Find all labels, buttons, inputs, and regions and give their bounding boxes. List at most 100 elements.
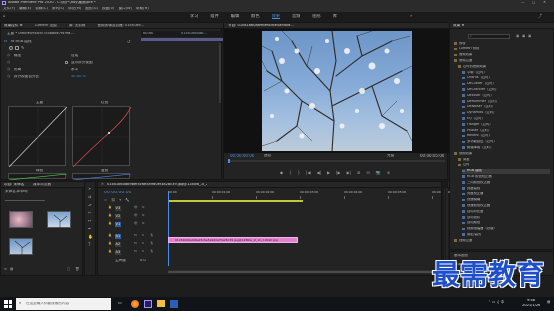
effects-item[interactable]: 音频效果: [454, 53, 550, 58]
reset-icon[interactable]: ↺: [127, 40, 130, 44]
program-title[interactable]: 节目: 01c81b60ab9bef4c6e5a9d0e...: [228, 24, 294, 28]
close-sequence-icon[interactable]: ✕: [101, 182, 104, 187]
effects-item[interactable]: 亮度曲线: [462, 186, 550, 191]
effects-item[interactable]: DeClicker（过时）: [462, 82, 550, 87]
premiere-taskbar-icon[interactable]: [144, 300, 152, 308]
snap-icon[interactable]: ⊃: [104, 198, 107, 203]
task-view-icon[interactable]: ▭: [118, 301, 122, 305]
effects-item[interactable]: 预设: [454, 41, 550, 46]
track-target[interactable]: V3: [115, 206, 121, 211]
lock-icon[interactable]: 🔒: [108, 206, 112, 209]
track-select-tool-icon[interactable]: ⇉: [88, 195, 93, 199]
transport-button-4[interactable]: ◀|: [317, 171, 321, 175]
effects-item[interactable]: Dynamics（过时）: [462, 111, 550, 116]
word-taskbar-icon[interactable]: [170, 300, 178, 308]
mute-icon[interactable]: M: [134, 242, 137, 245]
rect-mask-icon[interactable]: [15, 46, 19, 50]
menu-item-2[interactable]: 剪辑(C): [35, 7, 48, 11]
lock-icon[interactable]: 🔒: [108, 214, 112, 217]
media-browser-tab[interactable]: 媒体浏览器: [33, 183, 51, 187]
stopwatch-icon[interactable]: ◷: [7, 53, 10, 58]
effect-controls-tab-3[interactable]: 音频剪辑混合器: 01c81b6...: [97, 24, 144, 28]
red-curve[interactable]: [72, 106, 131, 167]
eye-icon[interactable]: 👁: [134, 214, 138, 217]
menu-item-4[interactable]: 标记(M): [68, 7, 81, 11]
workspace-tab-1[interactable]: 组件: [210, 14, 218, 19]
effects-item[interactable]: RGB 颜色校正器: [462, 174, 550, 179]
effects-item[interactable]: Reverb（过时）: [462, 134, 550, 139]
track-target[interactable]: A2: [115, 242, 121, 247]
maximize-button[interactable]: □: [532, 1, 535, 5]
effects-item[interactable]: 视频效果: [454, 151, 550, 156]
effect-controls-tab-2[interactable]: 源: 无剪辑: [69, 24, 86, 28]
green-curve[interactable]: [8, 173, 67, 180]
lock-icon[interactable]: 🔒: [108, 250, 112, 253]
transport-button-7[interactable]: ▶|: [347, 171, 351, 175]
notification-icon[interactable]: ▤: [547, 300, 550, 305]
stopwatch-icon[interactable]: ◷: [7, 60, 10, 65]
start-icon[interactable]: [4, 300, 12, 308]
project-tab[interactable]: 项目: 未命名: [4, 183, 24, 187]
timeline-clip[interactable]: 01c81b60ab9bef4c6e5a9d0ef3a28c39.jpg@128…: [168, 237, 298, 243]
stopwatch-icon[interactable]: ◷: [7, 74, 10, 79]
sync-lock-icon[interactable]: ⇆: [142, 222, 145, 225]
eye-icon[interactable]: 👁: [134, 222, 138, 225]
effects-item[interactable]: Flanger（过时）: [462, 122, 550, 127]
workspace-tab-6[interactable]: 图形: [312, 14, 320, 19]
program-timecode-left[interactable]: 00:00:00:00: [230, 154, 254, 158]
fx-param-value[interactable]: 水平: [71, 68, 78, 72]
share-icon[interactable]: ⤴: [538, 14, 542, 18]
workspace-tab-4[interactable]: 效果: [271, 14, 280, 20]
effects-item[interactable]: 音频过渡: [454, 58, 550, 63]
effects-item[interactable]: 阴影/高光: [462, 232, 550, 237]
effects-item[interactable]: 自动颜色: [462, 221, 550, 226]
menu-item-5[interactable]: 图形(G): [85, 7, 98, 11]
32bit-filter-icon[interactable]: ▣: [528, 34, 531, 39]
razor-tool-icon[interactable]: ✂: [88, 211, 93, 215]
effects-item[interactable]: 调整: [458, 157, 550, 162]
transport-button-6[interactable]: |▶: [336, 171, 340, 175]
effects-item[interactable]: RGB 曲线: [462, 168, 550, 174]
mute-icon[interactable]: M: [134, 234, 137, 237]
pen-mask-icon[interactable]: ✎: [21, 46, 24, 50]
transport-button-10[interactable]: 📷: [376, 171, 381, 175]
transport-button-1[interactable]: {: [289, 171, 292, 175]
mute-icon[interactable]: M: [134, 250, 137, 253]
sync-lock-icon[interactable]: ⇆: [142, 206, 145, 209]
menu-item-3[interactable]: 序列(S): [52, 7, 64, 11]
track-target[interactable]: V2: [115, 214, 121, 219]
wrench-icon[interactable]: 🔧: [125, 198, 129, 203]
quality-dropdown[interactable]: 完整: [387, 154, 394, 158]
effects-item[interactable]: 快速颜色校正器: [462, 203, 550, 208]
slip-tool-icon[interactable]: ↔: [88, 219, 93, 223]
timeline-zoom-bar[interactable]: [168, 270, 438, 273]
explorer-taskbar-icon[interactable]: [157, 300, 165, 307]
hand-tool-icon[interactable]: ✋: [88, 235, 93, 239]
tray-icons[interactable]: ⌃ ▭ ♫ 中: [488, 300, 504, 305]
pen-tool-icon[interactable]: ✒: [88, 227, 93, 231]
project-search-input[interactable]: [5, 197, 45, 201]
transport-button-2[interactable]: }: [298, 171, 301, 175]
transport-button-0[interactable]: ◆: [280, 171, 283, 175]
zoom-handle[interactable]: [168, 270, 434, 273]
fx-param-value[interactable]: 显示拆分视图: [71, 61, 93, 65]
more-icon[interactable]: »: [410, 14, 412, 18]
effects-item[interactable]: 三向颜色校正器: [462, 180, 550, 185]
fx-param-value[interactable]: 合成: [71, 54, 78, 58]
sync-lock-icon[interactable]: ⇆: [142, 214, 145, 217]
clock-date[interactable]: 2021/1/26: [522, 304, 540, 308]
new-item-icon[interactable]: ▢: [67, 267, 70, 272]
type-tool-icon[interactable]: T: [88, 243, 93, 247]
menu-item-0[interactable]: 文件(F): [3, 7, 15, 11]
effects-item[interactable]: Phaser（过时）: [462, 128, 550, 133]
time-ruler[interactable]: 00:00 00:00:01:00 00:00:02:00 00:00:03:00 00…: [168, 191, 450, 199]
menu-item-1[interactable]: 编辑(E): [19, 7, 31, 11]
effects-item[interactable]: DeNoiser（过时）: [462, 105, 550, 110]
solo-icon[interactable]: S: [142, 242, 144, 245]
transport-button-11[interactable]: ⊕: [387, 171, 390, 175]
effects-item[interactable]: 自动对比度: [462, 209, 550, 214]
project-thumb-3[interactable]: [9, 238, 33, 256]
timeline-timecode[interactable]: 00:00:00:00: [104, 191, 131, 196]
split-view-checkbox[interactable]: [65, 61, 68, 64]
workspace-tab-0[interactable]: 学习: [190, 14, 198, 19]
